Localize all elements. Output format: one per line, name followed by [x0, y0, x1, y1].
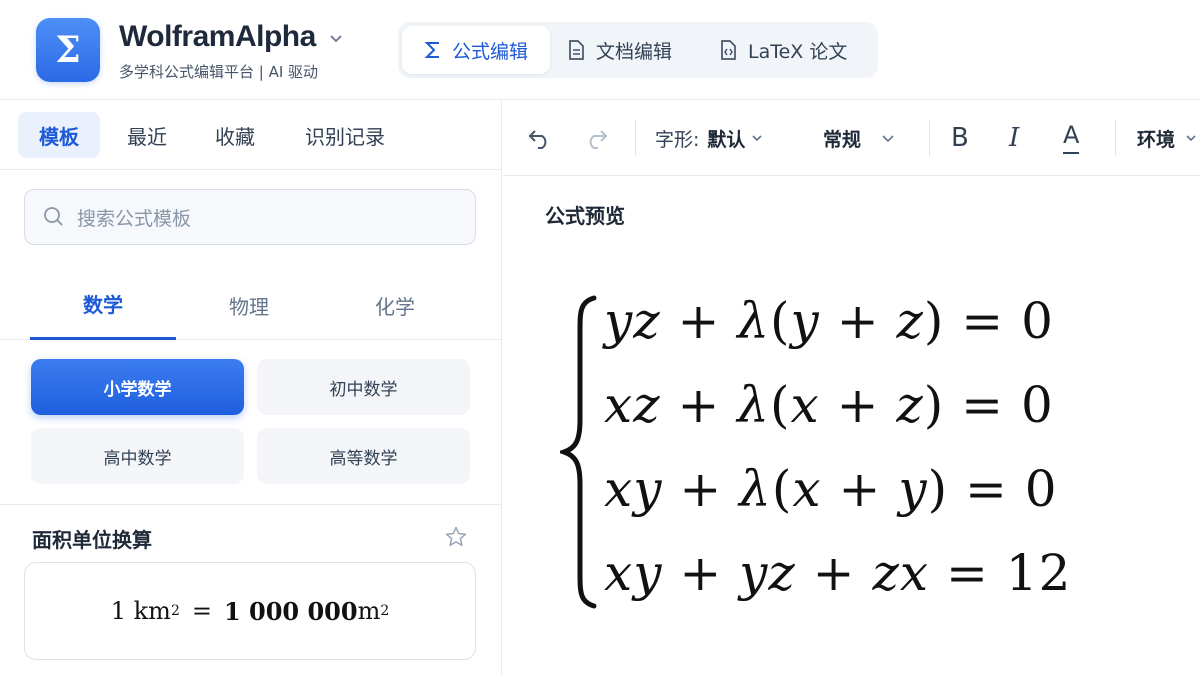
tab-label: LaTeX 论文 [748, 40, 848, 63]
tab-document-edit[interactable]: 文档编辑 [566, 26, 706, 74]
formula-preview[interactable]: yz + λ(y + z) = 0 xz + λ(x + z) = 0 xy +… [560, 292, 1160, 622]
formula-rhs: 1 000 000 [223, 596, 358, 626]
equation-line: xz + λ(x + z) = 0 [604, 376, 1054, 434]
tab-templates[interactable]: 模板 [18, 112, 100, 158]
grade-advanced-math[interactable]: 高等数学 [257, 428, 470, 484]
grade-junior-math[interactable]: 初中数学 [257, 359, 470, 415]
text-color-button[interactable]: A [1063, 118, 1080, 154]
tab-favorites[interactable]: 收藏 [200, 112, 270, 158]
font-label: 字形: [655, 128, 700, 151]
tab-label: 公式编辑 [452, 40, 529, 63]
divider [0, 504, 502, 505]
chevron-down-icon[interactable] [328, 30, 344, 46]
document-icon [566, 39, 586, 61]
toolbar-divider [1115, 120, 1116, 156]
tab-physics[interactable]: 物理 [176, 270, 322, 340]
tab-recent[interactable]: 最近 [112, 112, 182, 158]
sigma-icon [424, 40, 442, 60]
app-subtitle: 多学科公式编辑平台 | AI 驱动 [119, 63, 319, 81]
undo-icon [528, 130, 547, 149]
preview-title: 公式预览 [545, 204, 625, 228]
formula-equals: = [191, 597, 212, 625]
left-brace-glyph [560, 295, 597, 609]
sigma-logo-glyph: Σ [55, 29, 81, 71]
app-logo[interactable]: Σ [36, 18, 100, 82]
template-search-input[interactable]: 搜索公式模板 [24, 189, 476, 245]
app-header: Σ WolframAlpha 多学科公式编辑平台 | AI 驱动 公式编辑 文档… [0, 0, 1200, 100]
formula-lhs: 1 km [110, 597, 171, 625]
editor-toolbar: 字形: 默认 常规 B I A 环境 [503, 100, 1200, 176]
equation-line: yz + λ(y + z) = 0 [604, 292, 1054, 350]
undo-button[interactable] [527, 120, 553, 156]
chevron-down-icon [882, 135, 894, 143]
redo-button[interactable] [583, 120, 609, 156]
equation-line: xy + yz + zx = 12 [604, 544, 1072, 602]
environment-label: 环境 [1137, 128, 1176, 151]
chevron-down-icon [752, 135, 762, 142]
template-title: 面积单位换算 [32, 528, 152, 552]
search-placeholder: 搜索公式模板 [77, 207, 192, 230]
tab-math[interactable]: 数学 [30, 270, 176, 340]
tab-recognition-history[interactable]: 识别记录 [290, 112, 400, 158]
tab-chemistry[interactable]: 化学 [322, 270, 468, 340]
style-value: 常规 [823, 128, 862, 151]
font-value: 默认 [707, 128, 746, 151]
tab-label: 文档编辑 [596, 40, 673, 63]
formula-unit: m [357, 597, 381, 625]
equation-line: xy + λ(x + y) = 0 [604, 460, 1058, 518]
tab-formula-edit[interactable]: 公式编辑 [402, 26, 550, 74]
toolbar-divider [929, 120, 930, 156]
italic-button[interactable]: I [1009, 120, 1019, 156]
style-select[interactable]: 常规 [823, 120, 895, 156]
grade-primary-math[interactable]: 小学数学 [31, 359, 244, 415]
formula-exponent: 2 [170, 603, 180, 619]
environment-select[interactable]: 环境 [1137, 120, 1197, 156]
tab-latex-paper[interactable]: LaTeX 论文 [718, 26, 868, 74]
template-panel: 模板 最近 收藏 识别记录 搜索公式模板 数学 物理 化学 小学数学 初中数学 … [0, 100, 502, 675]
mode-tab-group: 公式编辑 文档编辑 LaTeX 论文 [398, 22, 878, 78]
chevron-down-icon [1186, 135, 1196, 142]
formula-exponent: 2 [380, 603, 390, 619]
search-icon [44, 207, 63, 226]
code-file-icon [718, 39, 738, 61]
bold-button[interactable]: B [951, 120, 969, 156]
app-name[interactable]: WolframAlpha [119, 20, 316, 54]
star-icon[interactable] [444, 525, 468, 549]
grade-senior-math[interactable]: 高中数学 [31, 428, 244, 484]
subject-tabs: 数学 物理 化学 [0, 270, 502, 340]
font-select[interactable]: 字形: 默认 [655, 120, 763, 156]
redo-icon [589, 130, 608, 149]
template-formula-card[interactable]: 1 km 2 = 1 000 000 m2 [24, 562, 476, 660]
toolbar-divider [635, 120, 636, 156]
panel-tabs: 模板 最近 收藏 识别记录 [0, 100, 502, 170]
